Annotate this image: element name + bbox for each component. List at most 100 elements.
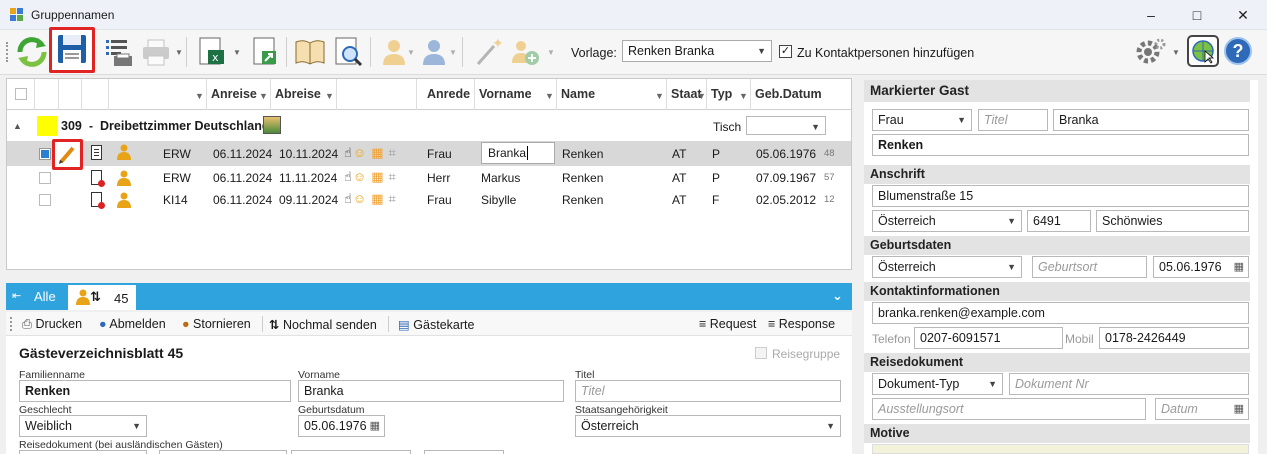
- familienname-input[interactable]: Renken: [19, 380, 291, 402]
- filter-funnel-icon[interactable]: ▼: [697, 81, 706, 112]
- vorlage-select[interactable]: Renken Branka ▼: [622, 40, 772, 62]
- mobil-input[interactable]: 0178-2426449: [1099, 327, 1249, 349]
- search-document-icon[interactable]: [330, 34, 366, 70]
- collapse-triangle-icon[interactable]: ▲: [13, 121, 22, 131]
- anrede-select[interactable]: Frau ▼: [872, 109, 972, 131]
- guest-dropdown-icon[interactable]: ▼: [407, 48, 415, 57]
- user-dropdown-icon[interactable]: ▼: [449, 48, 457, 57]
- book-icon[interactable]: [292, 34, 328, 70]
- group-row[interactable]: ▲ 309 - Dreibettzimmer Deutschland Tisch…: [7, 114, 851, 140]
- staatsangehoerigkeit-select[interactable]: Österreich ▼: [575, 415, 841, 437]
- strasse-input[interactable]: Blumenstraße 15: [872, 185, 1249, 207]
- gaestekarte-button[interactable]: ▤ Gästekarte: [398, 317, 474, 332]
- header-abreise[interactable]: Abreise ▼: [271, 79, 337, 110]
- table-row[interactable]: ERW 06.11.2024 11.11.2024 ☝☺ ▦ ⌗ Herr Mark…: [7, 167, 851, 189]
- minimize-button[interactable]: –: [1128, 0, 1174, 30]
- close-button[interactable]: ✕: [1220, 0, 1266, 30]
- header-typ[interactable]: Typ ▼: [707, 79, 751, 110]
- header-vorname[interactable]: Vorname ▼: [475, 79, 557, 110]
- user-icon[interactable]: [416, 34, 452, 70]
- response-button[interactable]: ≡ Response: [768, 317, 835, 331]
- add-group-dropdown-icon[interactable]: ▼: [547, 48, 555, 57]
- land-select[interactable]: Österreich ▼: [872, 210, 1022, 232]
- excel-export-button[interactable]: x: [194, 34, 230, 70]
- reisedok-ort-input[interactable]: [291, 450, 411, 454]
- header-gebdatum[interactable]: Geb.Datum: [751, 79, 835, 110]
- add-group-icon[interactable]: [508, 34, 544, 70]
- excel-dropdown-icon[interactable]: ▼: [233, 48, 241, 57]
- row-select-checkbox[interactable]: [39, 148, 51, 160]
- drucken-button[interactable]: ⎙ Drucken: [22, 317, 82, 332]
- calendar-icon[interactable]: ▦: [1234, 399, 1244, 419]
- select-all-checkbox[interactable]: [15, 88, 27, 100]
- plz-input[interactable]: 6491: [1027, 210, 1091, 232]
- form-document-error-icon[interactable]: [91, 170, 105, 187]
- kontakt-checkbox[interactable]: ✓: [779, 45, 792, 58]
- filter-funnel-icon[interactable]: ▼: [739, 81, 748, 112]
- web-globe-button[interactable]: [1187, 35, 1219, 67]
- geburtsdatum-input[interactable]: 05.06.1976 ▦: [1153, 256, 1249, 278]
- header-staat[interactable]: Staat ▼: [667, 79, 707, 110]
- list-print-icon[interactable]: [100, 34, 136, 70]
- chevron-down-icon[interactable]: ⌄: [832, 288, 843, 304]
- calendar-icon[interactable]: ▦: [370, 416, 380, 436]
- help-icon[interactable]: ?: [1224, 37, 1252, 65]
- refresh-button[interactable]: [14, 34, 50, 70]
- geburtsdatum-input[interactable]: 05.06.1976 ▦: [298, 415, 385, 437]
- settings-gear-icon[interactable]: [1132, 34, 1168, 70]
- stornieren-button[interactable]: ● Stornieren: [182, 317, 251, 331]
- tab-selected-guest[interactable]: ⇅ 45: [68, 285, 136, 310]
- ort-input[interactable]: Schönwies: [1096, 210, 1249, 232]
- abmelden-button[interactable]: ● Abmelden: [99, 317, 166, 331]
- vorname-input[interactable]: Branka: [298, 380, 564, 402]
- titel-input[interactable]: Titel: [978, 109, 1048, 131]
- header-name[interactable]: Name ▼: [557, 79, 667, 110]
- titel-input[interactable]: Titel: [575, 380, 841, 402]
- tisch-select[interactable]: ▼: [746, 116, 826, 135]
- save-button[interactable]: [49, 27, 95, 73]
- row-select-checkbox[interactable]: [39, 194, 51, 206]
- ausstellungsort-input[interactable]: Ausstellungsort: [872, 398, 1146, 420]
- header-anreise[interactable]: Anreise ▼: [207, 79, 271, 110]
- dokument-nr-input[interactable]: Dokument Nr: [1009, 373, 1249, 395]
- print-dropdown-icon[interactable]: ▼: [175, 48, 183, 57]
- print-button[interactable]: [138, 34, 174, 70]
- edit-pencil-icon[interactable]: [52, 139, 83, 170]
- form-document-icon[interactable]: [91, 145, 102, 160]
- filter-funnel-icon[interactable]: ▼: [325, 81, 334, 112]
- reisedok-nr-input[interactable]: [159, 450, 287, 454]
- name-input[interactable]: Renken: [872, 134, 1249, 156]
- row-select-checkbox[interactable]: [39, 172, 51, 184]
- geschlecht-select[interactable]: Weiblich ▼: [19, 415, 147, 437]
- reisedok-typ-select[interactable]: [19, 450, 147, 454]
- header-anrede[interactable]: Anrede: [417, 79, 475, 110]
- dokument-typ-select[interactable]: Dokument-Typ ▼: [872, 373, 1003, 395]
- filter-funnel-icon[interactable]: ▼: [655, 81, 664, 112]
- group-image-icon[interactable]: [263, 116, 281, 134]
- request-button[interactable]: ≡ Request: [699, 317, 756, 331]
- maximize-button[interactable]: □: [1174, 0, 1220, 30]
- email-field[interactable]: branka.renken@example.com: [872, 302, 1249, 324]
- filter-funnel-icon[interactable]: ▼: [195, 81, 204, 112]
- nochmal-senden-button[interactable]: ⇅ Nochmal senden: [269, 317, 377, 332]
- filter-funnel-icon[interactable]: ▼: [259, 81, 268, 112]
- tab-alle[interactable]: Alle: [34, 289, 56, 304]
- motive-area[interactable]: [872, 444, 1249, 454]
- filter-funnel-icon[interactable]: ▼: [545, 81, 554, 112]
- table-row[interactable]: KI14 06.11.2024 09.11.2024 ☝☺ ▦ ⌗ Frau Sib…: [7, 189, 851, 211]
- pin-left-icon[interactable]: ⇤: [12, 289, 21, 302]
- geburtsland-select[interactable]: Österreich ▼: [872, 256, 1022, 278]
- settings-dropdown-icon[interactable]: ▼: [1172, 48, 1180, 57]
- row-vorname-editor[interactable]: Branka: [481, 142, 555, 164]
- telefon-input[interactable]: 0207-6091571: [914, 327, 1063, 349]
- vorname-input[interactable]: Branka: [1053, 109, 1249, 131]
- reisedok-datum-input[interactable]: [424, 450, 504, 454]
- ausstellungsdatum-input[interactable]: Datum ▦: [1155, 398, 1249, 420]
- export-button[interactable]: [247, 34, 283, 70]
- table-row[interactable]: ERW 06.11.2024 10.11.2024 ☝☺ ▦ ⌗ Frau Bran…: [7, 139, 851, 170]
- magic-wand-icon[interactable]: ✦: [470, 34, 506, 70]
- reisegruppe-checkbox[interactable]: [755, 347, 767, 359]
- geburtsort-input[interactable]: Geburtsort: [1032, 256, 1147, 278]
- header-col-code[interactable]: ▼: [109, 79, 207, 110]
- form-document-error-icon[interactable]: [91, 192, 105, 209]
